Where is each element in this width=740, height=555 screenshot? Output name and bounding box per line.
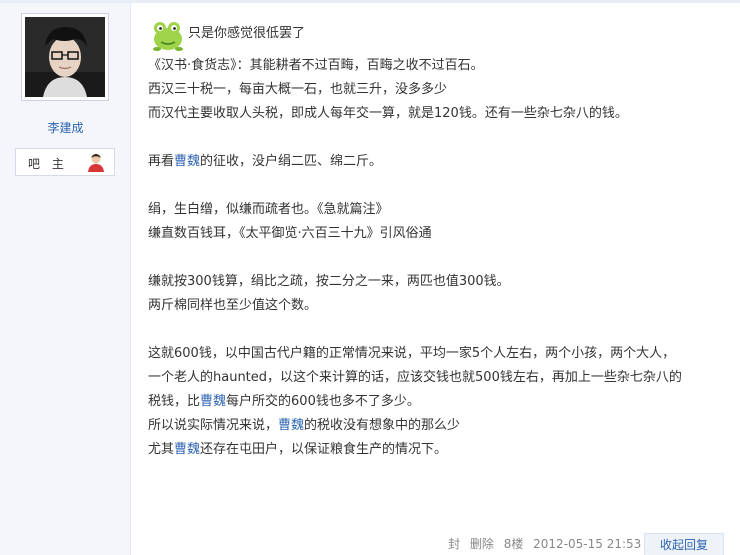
post-line: 一个老人的haunted，以这个来计算的话，应该交钱也就500钱左右，再加上一些… xyxy=(148,370,682,385)
moderator-badge: 吧 主 xyxy=(15,148,115,176)
cao-wei-link[interactable]: 曹魏 xyxy=(174,154,200,169)
post-line: 缣直数百钱耳，《太平御览·六百三十九》引风俗通 xyxy=(148,226,432,241)
cao-wei-link[interactable]: 曹魏 xyxy=(278,418,304,433)
post-text: 的征收，没户绢二匹、绵二斤。 xyxy=(200,154,383,169)
post-line: 这就600钱，以中国古代户籍的正常情况来说，平均一家5个人左右，两个小孩，两个大… xyxy=(148,346,676,361)
post-line: 《汉书·食货志》：其能耕者不过百畮，百畮之收不过百石。 xyxy=(148,58,484,73)
post-datetime: 2012-05-15 21:53 xyxy=(533,537,642,551)
post-text: 所以说实际情况来说， xyxy=(148,418,279,433)
post-title-text: 只是你感觉很低罢了 xyxy=(188,26,306,41)
post-line: 两斤棉同样也至少值这个数。 xyxy=(148,298,318,313)
post-text: 税钱，比 xyxy=(148,394,201,409)
cao-wei-link[interactable]: 曹魏 xyxy=(200,394,226,409)
post-text: 每户所交的600钱也多不了多少。 xyxy=(226,394,420,409)
delete-link[interactable]: 删除 xyxy=(470,537,494,551)
post-line: 而汉代主要收取人头税，即成人每年交一算，就是120钱。还有一些杂七杂八的钱。 xyxy=(148,106,628,121)
floor-number: 8楼 xyxy=(503,537,524,551)
post-first-line: 只是你感觉很低罢了 xyxy=(148,14,728,54)
post-content: 只是你感觉很低罢了 《汉书·食货志》：其能耕者不过百畮，百畮之收不过百石。 西汉… xyxy=(148,14,728,462)
post-line: 再看曹魏的征收，没户绢二匹、绵二斤。 xyxy=(148,150,728,174)
post-text: 再看 xyxy=(148,154,175,169)
post-text: 还存在屯田户，以保证粮食生产的情况下。 xyxy=(200,442,448,457)
avatar-photo xyxy=(25,17,105,97)
frog-emoticon-icon xyxy=(148,14,188,54)
moderator-icon xyxy=(88,154,104,172)
block-link[interactable]: 封 xyxy=(448,537,460,551)
post-line: 尤其曹魏还存在屯田户，以保证粮食生产的情况下。 xyxy=(148,438,728,462)
avatar[interactable] xyxy=(21,13,109,101)
post-line: 税钱，比曹魏每户所交的600钱也多不了多少。 xyxy=(148,390,728,414)
post-footer: 封 删除 8楼 2012-05-15 21:53 收起回复 xyxy=(448,533,724,555)
author-sidebar: 李建成 吧 主 xyxy=(0,3,131,555)
collapse-replies-button[interactable]: 收起回复 xyxy=(644,533,724,555)
post-text: 的税收没有想象中的那么少 xyxy=(304,418,461,433)
post-line: 所以说实际情况来说，曹魏的税收没有想象中的那么少 xyxy=(148,414,728,438)
post-text: 尤其 xyxy=(148,442,175,457)
badge-label: 吧 主 xyxy=(28,157,68,171)
post-line: 缣就按300钱算，绢比之疏，按二分之一来，两匹也值300钱。 xyxy=(148,274,510,289)
post-line: 绢，生白缯，似缣而疏者也。《急就篇注》 xyxy=(148,202,389,217)
cao-wei-link[interactable]: 曹魏 xyxy=(174,442,200,457)
username-link[interactable]: 李建成 xyxy=(0,119,131,136)
post-line: 西汉三十税一，每亩大概一石，也就三升，没多多少 xyxy=(148,82,448,97)
